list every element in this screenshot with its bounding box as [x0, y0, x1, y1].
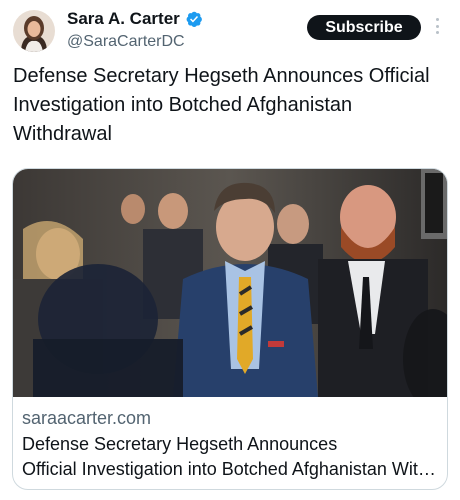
- tweet-text: Defense Secretary Hegseth Announces Offi…: [13, 65, 430, 145]
- name-row: Sara A. Carter: [67, 8, 203, 30]
- card-title-line: Official Investigation into Botched Afgh…: [22, 459, 440, 479]
- card-image: [13, 169, 447, 397]
- author-avatar[interactable]: [13, 10, 55, 52]
- verified-badge-icon: [185, 10, 203, 28]
- author-info: Sara A. Carter @SaraCarterDC: [67, 8, 203, 51]
- more-vertical-icon[interactable]: [432, 16, 442, 36]
- author-handle[interactable]: @SaraCarterDC: [67, 33, 203, 51]
- card-title-line: Defense Secretary Hegseth Announces: [22, 434, 338, 454]
- card-title: Defense Secretary Hegseth Announces Offi…: [22, 432, 440, 482]
- link-preview-card[interactable]: saraacarter.com Defense Secretary Hegset…: [12, 168, 448, 490]
- card-domain: saraacarter.com: [22, 408, 152, 428]
- display-name[interactable]: Sara A. Carter: [67, 9, 180, 29]
- subscribe-button[interactable]: Subscribe: [307, 15, 421, 40]
- tweet: Sara A. Carter @SaraCarterDC Subscribe D…: [0, 0, 460, 500]
- avatar-image: [13, 10, 55, 52]
